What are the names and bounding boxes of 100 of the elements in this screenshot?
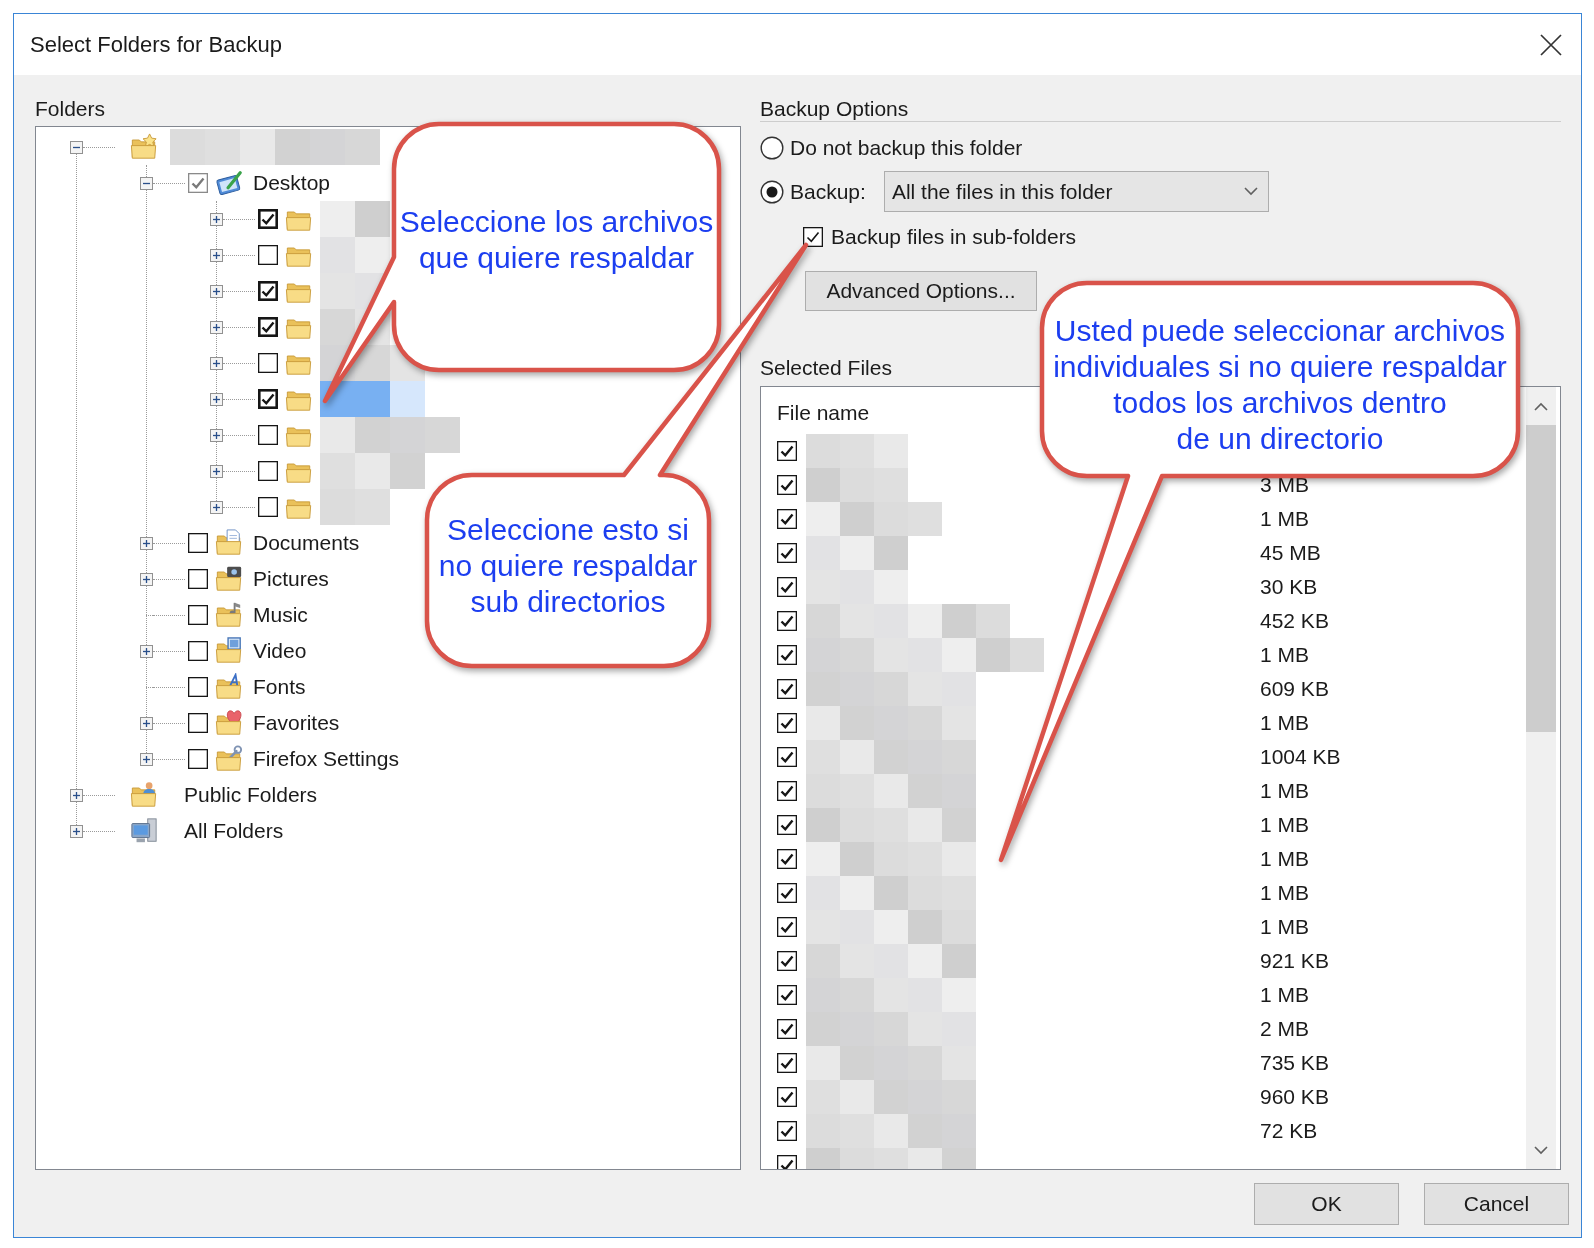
checkbox[interactable] bbox=[777, 985, 797, 1005]
checkbox[interactable] bbox=[777, 951, 797, 971]
checkbox-label[interactable]: Backup files in sub-folders bbox=[831, 225, 1077, 249]
option-label[interactable]: Backup: bbox=[790, 179, 866, 204]
checkbox[interactable] bbox=[777, 1155, 797, 1169]
checkbox[interactable] bbox=[258, 353, 278, 373]
checkbox[interactable] bbox=[777, 475, 797, 495]
tree-label[interactable]: Favorites bbox=[251, 710, 342, 736]
dropdown[interactable]: All the files in this folder bbox=[883, 171, 1269, 212]
expand-icon[interactable] bbox=[70, 788, 83, 802]
expand-icon[interactable] bbox=[140, 716, 153, 730]
checkbox[interactable] bbox=[777, 543, 797, 563]
file-size: 2 MB bbox=[1260, 1017, 1309, 1041]
scroll-thumb[interactable] bbox=[1526, 425, 1556, 732]
checkbox[interactable] bbox=[777, 645, 797, 665]
tree-label[interactable]: Firefox Settings bbox=[251, 746, 401, 772]
tree-label[interactable]: All Folders bbox=[182, 818, 286, 844]
checkbox[interactable] bbox=[258, 497, 278, 517]
expand-icon[interactable] bbox=[140, 536, 153, 550]
checkbox[interactable] bbox=[258, 461, 278, 481]
expand-icon[interactable] bbox=[210, 320, 223, 334]
checkbox[interactable] bbox=[777, 883, 797, 903]
chevron-down-icon bbox=[1243, 187, 1258, 196]
expand-icon[interactable] bbox=[210, 428, 223, 442]
expand-icon[interactable] bbox=[210, 464, 223, 478]
advanced-options-button[interactable]: Advanced Options... bbox=[805, 271, 1037, 311]
expand-icon[interactable] bbox=[210, 500, 223, 514]
checkbox[interactable] bbox=[258, 425, 278, 445]
expand-icon[interactable] bbox=[140, 752, 153, 766]
checkbox[interactable] bbox=[188, 677, 208, 697]
checkbox[interactable] bbox=[258, 209, 278, 229]
music-folder-icon bbox=[215, 601, 243, 629]
file-size: 1 MB bbox=[1260, 847, 1309, 871]
file-size: 1 MB bbox=[1260, 813, 1309, 837]
pixelated-label[interactable] bbox=[320, 381, 425, 417]
section-label: Selected Files bbox=[760, 356, 892, 380]
checkbox[interactable] bbox=[188, 713, 208, 733]
heart-folder-icon bbox=[215, 709, 243, 737]
tree-label[interactable]: Music bbox=[251, 602, 310, 628]
document-folder-icon bbox=[215, 529, 243, 557]
checkbox[interactable] bbox=[777, 1087, 797, 1107]
expand-icon[interactable] bbox=[140, 572, 153, 586]
expand-icon[interactable] bbox=[210, 392, 223, 406]
checkbox[interactable] bbox=[777, 917, 797, 937]
checkbox[interactable] bbox=[258, 245, 278, 265]
dialog-button[interactable]: Cancel bbox=[1424, 1183, 1569, 1225]
checkbox[interactable] bbox=[188, 569, 208, 589]
checkbox[interactable] bbox=[258, 389, 278, 409]
tree-label[interactable]: Desktop bbox=[251, 170, 333, 196]
checkbox[interactable] bbox=[777, 1121, 797, 1141]
expand-icon[interactable] bbox=[70, 824, 83, 838]
checkbox[interactable] bbox=[777, 1019, 797, 1039]
checkbox[interactable] bbox=[777, 849, 797, 869]
expand-icon[interactable] bbox=[210, 248, 223, 262]
expand-icon[interactable] bbox=[210, 284, 223, 298]
callout-text: Seleccione los archivos que quiere respaldar bbox=[399, 204, 714, 276]
checkbox[interactable] bbox=[803, 227, 823, 247]
radio-button[interactable] bbox=[760, 179, 784, 204]
expand-icon[interactable] bbox=[210, 212, 223, 226]
checkbox[interactable] bbox=[777, 611, 797, 631]
checkbox[interactable] bbox=[777, 1053, 797, 1073]
tree-label[interactable]: Video bbox=[251, 638, 309, 664]
checkbox[interactable] bbox=[258, 281, 278, 301]
wrench-folder-icon bbox=[215, 745, 243, 773]
close-icon bbox=[1540, 33, 1562, 56]
star-folder-icon bbox=[130, 133, 158, 161]
column-header[interactable]: File name bbox=[777, 398, 870, 428]
tree-label[interactable]: Public Folders bbox=[182, 782, 320, 808]
checkbox[interactable] bbox=[777, 441, 797, 461]
file-size: 1 MB bbox=[1260, 711, 1309, 735]
computer-icon bbox=[130, 817, 158, 845]
checkbox[interactable] bbox=[777, 577, 797, 597]
file-size: 735 KB bbox=[1260, 1051, 1329, 1075]
file-size: 1 MB bbox=[1260, 779, 1309, 803]
checkbox[interactable] bbox=[777, 747, 797, 767]
tree-label[interactable]: Pictures bbox=[251, 566, 331, 592]
checkbox[interactable] bbox=[188, 533, 208, 553]
checkbox[interactable] bbox=[188, 641, 208, 661]
tree-label[interactable]: Documents bbox=[251, 530, 362, 556]
collapse-icon[interactable] bbox=[70, 140, 83, 154]
checkbox[interactable] bbox=[188, 605, 208, 625]
expand-icon[interactable] bbox=[140, 644, 153, 658]
radio-button[interactable] bbox=[760, 136, 784, 160]
checkbox[interactable] bbox=[777, 713, 797, 733]
option-label[interactable]: Do not backup this folder bbox=[790, 136, 1023, 160]
checkbox[interactable] bbox=[777, 509, 797, 529]
checkbox[interactable] bbox=[258, 317, 278, 337]
checkbox[interactable] bbox=[188, 749, 208, 769]
checkbox[interactable] bbox=[777, 679, 797, 699]
checkbox[interactable] bbox=[777, 781, 797, 801]
checkbox[interactable] bbox=[777, 815, 797, 835]
section-label: Folders bbox=[35, 97, 106, 121]
file-size: 45 MB bbox=[1260, 541, 1321, 565]
tree-label[interactable]: Fonts bbox=[251, 674, 308, 700]
expand-icon[interactable] bbox=[210, 356, 223, 370]
collapse-icon[interactable] bbox=[140, 176, 153, 190]
file-size: 1 MB bbox=[1260, 983, 1309, 1007]
dialog-button[interactable]: OK bbox=[1254, 1183, 1399, 1225]
camera-folder-icon bbox=[215, 565, 243, 593]
checkbox[interactable] bbox=[188, 173, 208, 193]
